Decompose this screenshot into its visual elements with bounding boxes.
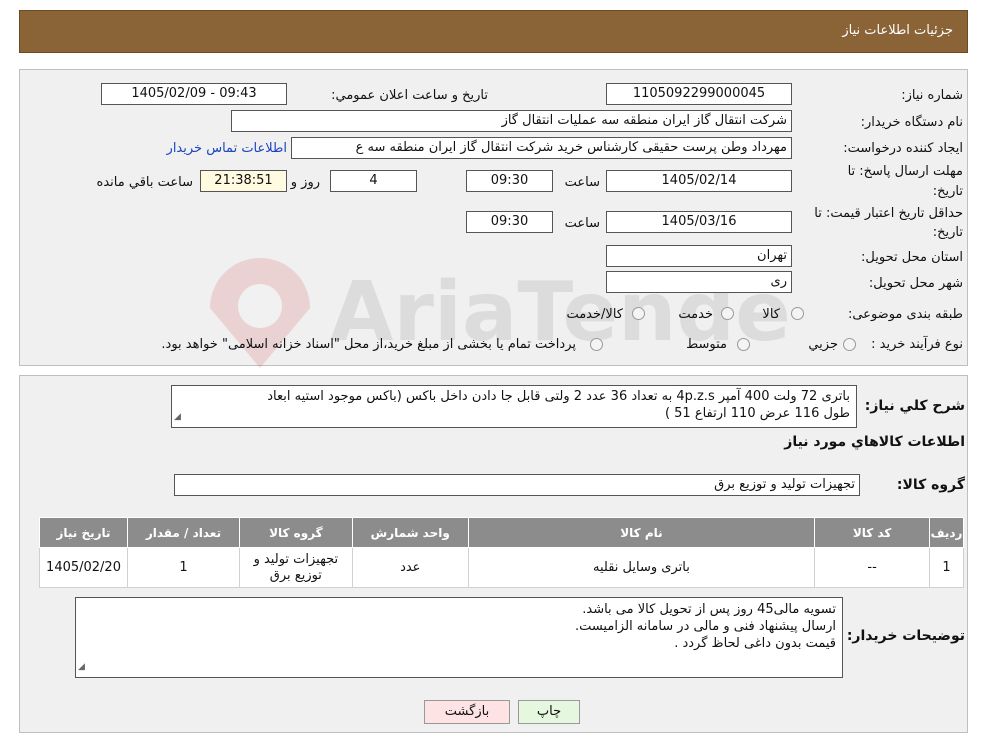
treasury-note: پرداخت تمام یا بخشی از مبلغ خرید،از محل … [161, 337, 576, 352]
col-header-group: گروه کالا [238, 517, 353, 548]
description-textarea[interactable]: باتری 72 ولت 400 آمپر 4p.z.s به تعداد 36… [171, 385, 857, 428]
deadline-time-label: ساعت [564, 175, 600, 190]
col-header-name: نام کالا [467, 517, 816, 548]
cell-date: 1405/02/20 [38, 547, 129, 588]
col-header-unit: واحد شمارش [351, 517, 469, 548]
notes-line-2: ارسال پیشنهاد فنی و مالی در سامانه الزام… [574, 619, 836, 634]
days-label: روز و [290, 175, 320, 190]
table-header-row: ردیف کد کالا نام کالا واحد شمارش گروه کا… [38, 517, 964, 548]
col-header-quantity: تعداد / مقدار [127, 517, 240, 548]
process-radio-medium[interactable] [737, 338, 750, 351]
need-number-label: شماره نیاز: [901, 88, 963, 103]
treasury-checkbox[interactable] [590, 338, 603, 351]
process-type-label: نوع فرآیند خرید : [871, 337, 963, 352]
buyer-contact-link[interactable]: اطلاعات تماس خریدار [167, 141, 287, 156]
process-radio-small[interactable] [843, 338, 856, 351]
process-option-medium: متوسط [686, 337, 727, 352]
cell-group: تجهیزات تولید و توزیع برق [238, 547, 353, 588]
cell-quantity: 1 [127, 547, 240, 588]
deadline-label-2: تاریخ: [932, 184, 963, 199]
remaining-time-field[interactable]: 21:38:51 [200, 170, 287, 192]
back-button[interactable]: بازگشت [424, 700, 510, 724]
need-number-field[interactable]: 1105092299000045 [606, 83, 792, 105]
announce-label: تاریخ و ساعت اعلان عمومي: [331, 88, 488, 103]
description-label: شرح کلي نیاز: [864, 398, 965, 414]
resize-handle-icon[interactable]: ◢ [78, 659, 85, 676]
validity-time-field[interactable]: 09:30 [466, 211, 553, 233]
province-label: استان محل تحویل: [861, 250, 963, 265]
city-field[interactable]: ری [606, 271, 792, 293]
days-remaining-field[interactable]: 4 [330, 170, 417, 192]
goods-info-title: اطلاعات کالاهاي مورد نیاز [784, 434, 965, 450]
cell-row-number: 1 [929, 547, 964, 588]
deadline-label: مهلت ارسال پاسخ: تا [847, 164, 963, 179]
goods-table: ردیف کد کالا نام کالا واحد شمارش گروه کا… [38, 517, 964, 588]
validity-date-field[interactable]: 1405/03/16 [606, 211, 792, 233]
resize-handle-icon[interactable]: ◢ [174, 409, 181, 426]
deadline-time-field[interactable]: 09:30 [466, 170, 553, 192]
buyer-label: نام دستگاه خریدار: [860, 115, 963, 130]
category-radio-goods[interactable] [791, 307, 804, 320]
buyer-notes-label: توضیحات خریدار: [846, 628, 965, 644]
notes-line-3: قیمت بدون داغی لحاظ گردد . [674, 636, 836, 651]
goods-group-label: گروه کالا: [896, 477, 965, 493]
category-option-goods-service: کالا/خدمت [566, 307, 623, 322]
page-title: جزئیات اطلاعات نیاز [842, 23, 953, 38]
col-header-date: تاریخ نیاز [38, 517, 129, 548]
category-radio-goods-service[interactable] [632, 307, 645, 320]
cell-name: باتری وسایل نقلیه [467, 547, 816, 588]
remaining-label: ساعت باقي مانده [96, 175, 193, 190]
buyer-notes-textarea[interactable]: تسویه مالی45 روز پس از تحویل کالا می باش… [75, 597, 843, 678]
cell-code: -- [814, 547, 931, 588]
cell-unit: عدد [351, 547, 469, 588]
deadline-date-field[interactable]: 1405/02/14 [606, 170, 792, 192]
category-option-service: خدمت [678, 307, 713, 322]
description-line-2: طول 116 عرض 110 ارتفاع 51 ) [664, 406, 850, 421]
announce-field[interactable]: 1405/02/09 - 09:43 [101, 83, 287, 105]
creator-label: ایجاد کننده درخواست: [843, 141, 963, 156]
description-line-1: باتری 72 ولت 400 آمپر 4p.z.s به تعداد 36… [267, 389, 850, 404]
category-label: طبقه بندی موضوعی: [847, 307, 963, 322]
table-row[interactable]: 1 -- باتری وسایل نقلیه عدد تجهیزات تولید… [38, 547, 964, 588]
buyer-field[interactable]: شرکت انتقال گاز ایران منطقه سه عملیات ان… [231, 110, 792, 132]
notes-line-1: تسویه مالی45 روز پس از تحویل کالا می باش… [582, 602, 836, 617]
page-header: جزئیات اطلاعات نیاز [19, 10, 968, 53]
validity-label-2: تاریخ: [932, 225, 963, 240]
validity-time-label: ساعت [564, 216, 600, 231]
city-label: شهر محل تحویل: [868, 276, 963, 291]
goods-group-field[interactable]: تجهیزات تولید و توزیع برق [174, 474, 860, 496]
category-option-goods: کالا [762, 307, 780, 322]
process-option-small: جزیي [808, 337, 838, 352]
print-button[interactable]: چاپ [518, 700, 580, 724]
validity-label: حداقل تاریخ اعتبار قیمت: تا [814, 206, 963, 221]
province-field[interactable]: تهران [606, 245, 792, 267]
creator-field[interactable]: مهرداد وطن پرست حقیقی کارشناس خرید شرکت … [291, 137, 792, 159]
col-header-row-number: ردیف [929, 517, 964, 548]
col-header-code: کد کالا [814, 517, 931, 548]
category-radio-service[interactable] [721, 307, 734, 320]
